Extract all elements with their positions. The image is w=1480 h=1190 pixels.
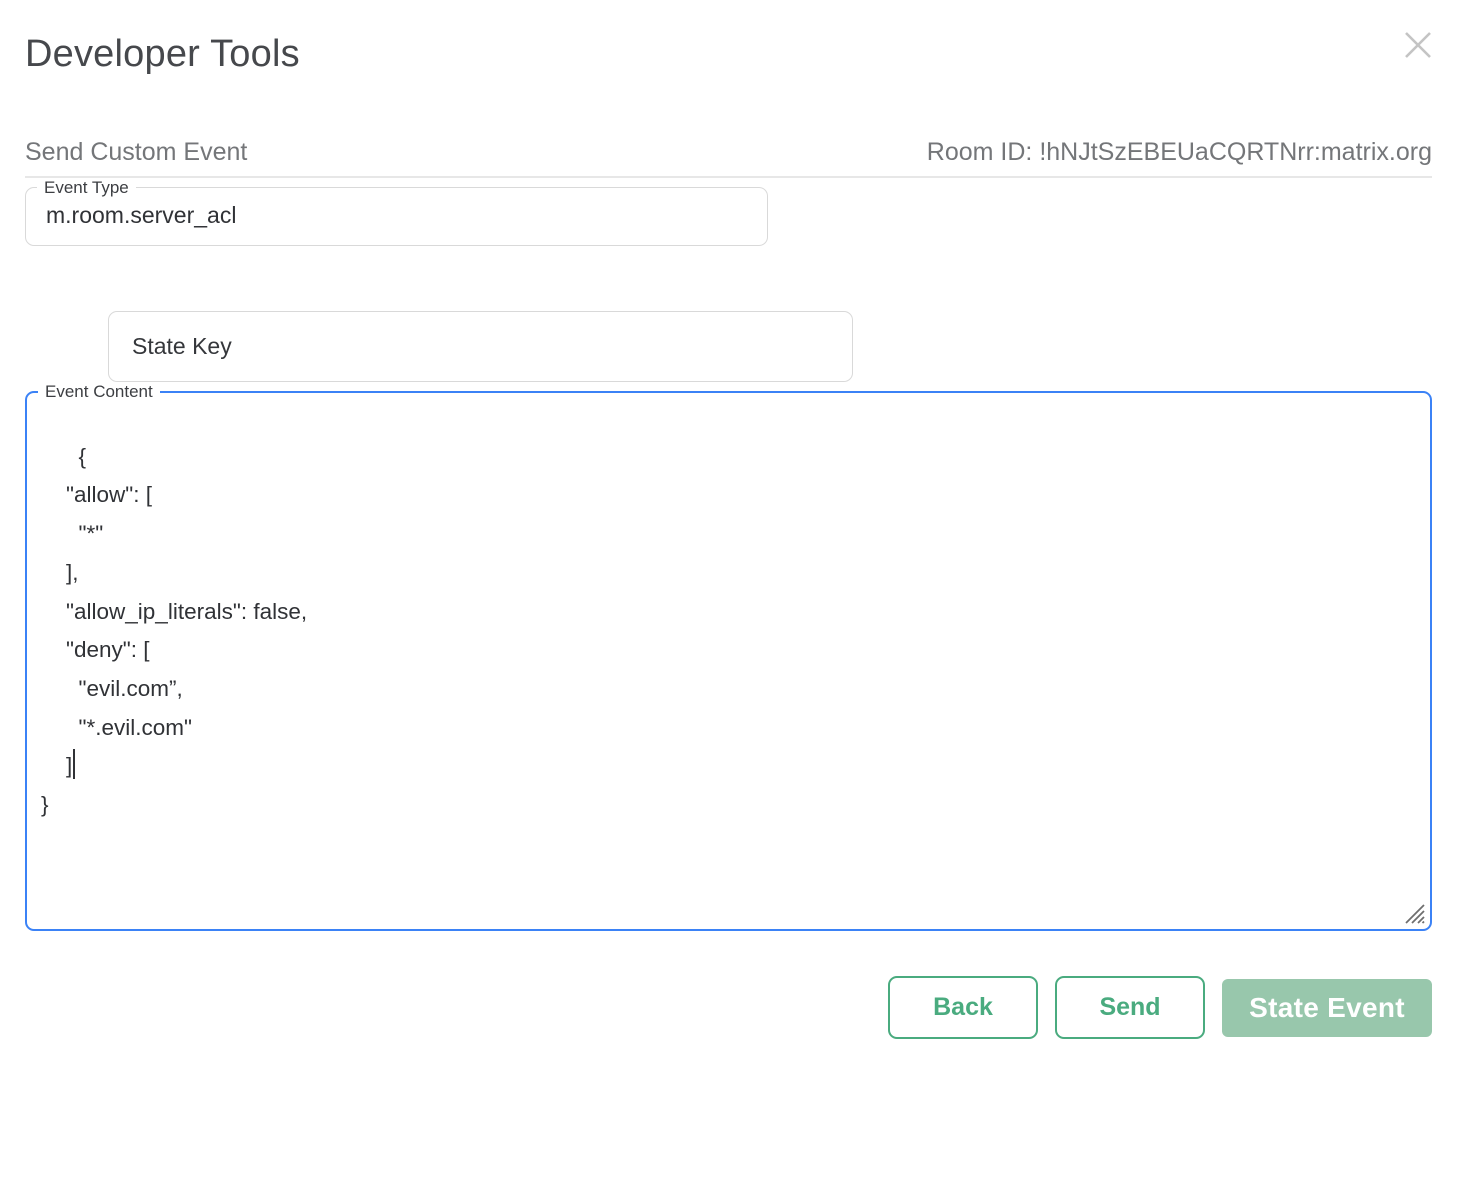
developer-tools-dialog: Developer Tools Send Custom Event Room I… (0, 0, 1480, 1190)
event-type-label: Event Type (37, 178, 136, 197)
page-title: Developer Tools (25, 0, 1432, 76)
state-key-input[interactable] (130, 332, 814, 361)
send-button[interactable]: Send (1055, 976, 1205, 1039)
event-content-text-after-cursor: } (41, 792, 49, 817)
event-content-text-before-cursor: { "allow": [ "*" ], "allow_ip_literals":… (41, 444, 307, 779)
state-event-button[interactable]: State Event (1222, 979, 1432, 1037)
event-content-textarea[interactable]: { "allow": [ "*" ], "allow_ip_literals":… (27, 399, 1430, 889)
event-content-field: Event Content { "allow": [ "*" ], "allow… (25, 382, 1432, 931)
section-title: Send Custom Event (25, 138, 247, 167)
text-cursor (73, 749, 75, 779)
state-key-field (108, 311, 853, 382)
resize-grip-icon[interactable] (1403, 902, 1425, 924)
room-id-label: Room ID: !hNJtSzEBEUaCQRTNrr:matrix.org (927, 138, 1432, 167)
close-button[interactable] (1398, 26, 1438, 66)
close-icon (1402, 29, 1434, 61)
section-header: Send Custom Event Room ID: !hNJtSzEBEUaC… (25, 138, 1432, 178)
back-button[interactable]: Back (888, 976, 1038, 1039)
event-type-field: Event Type (25, 178, 768, 246)
event-content-label: Event Content (38, 382, 160, 401)
event-type-input[interactable] (26, 197, 726, 245)
footer-actions: Back Send State Event (25, 976, 1432, 1039)
